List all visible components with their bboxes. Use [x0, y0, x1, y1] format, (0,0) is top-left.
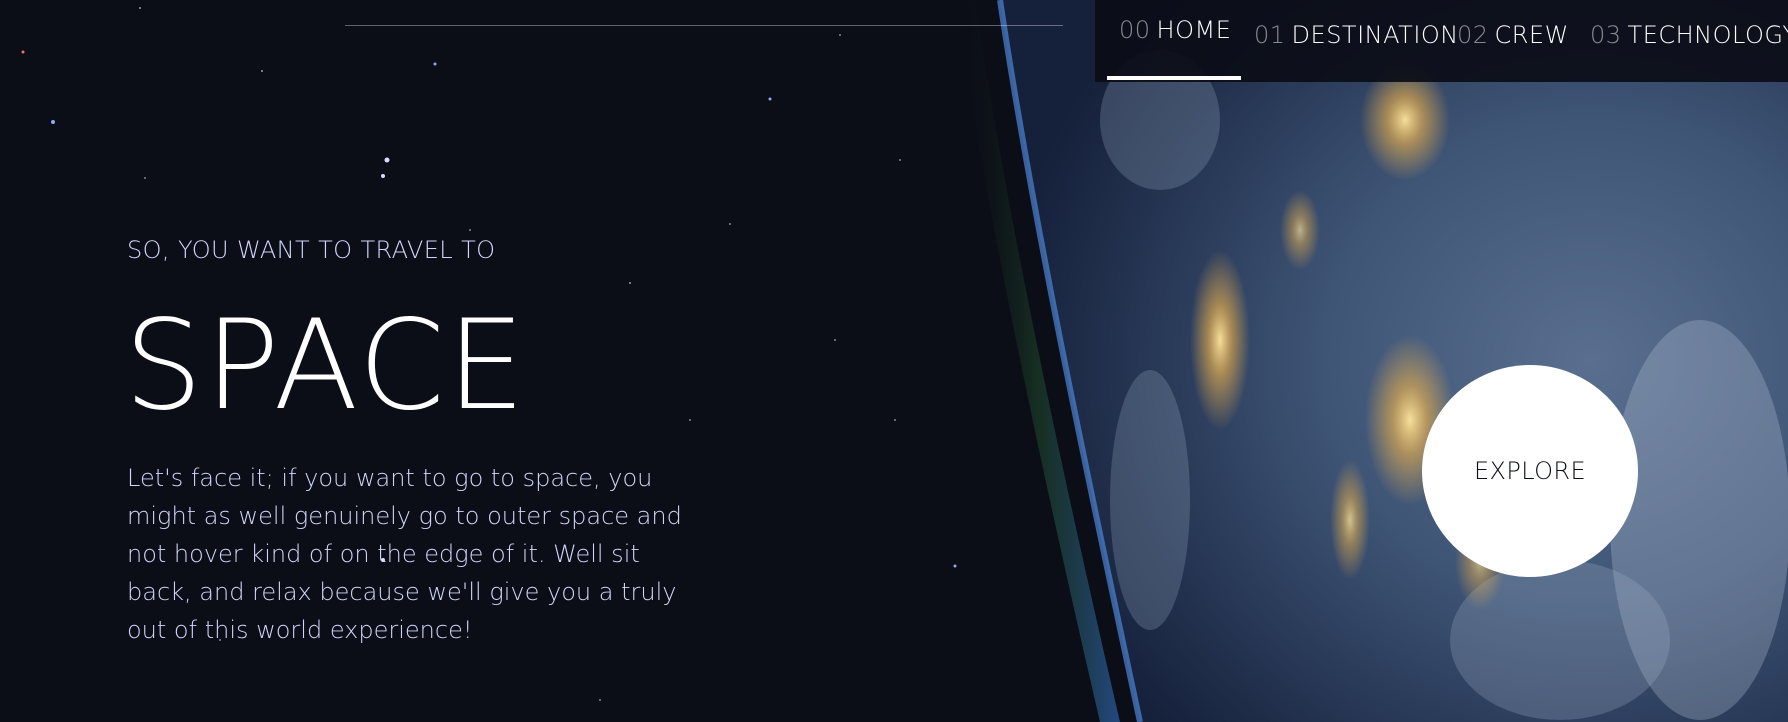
nav-item-technology[interactable]: 03 TECHNOLOGY	[1590, 21, 1788, 85]
nav-item-label: TECHNOLOGY	[1627, 21, 1788, 49]
main-navigation: 00 HOME 01 DESTINATION 02 CREW 03 TECHNOLOGY	[1095, 0, 1788, 82]
hero-title: SPACE	[124, 294, 528, 438]
nav-item-number: 03	[1590, 21, 1622, 49]
nav-item-label: HOME	[1156, 16, 1232, 44]
hero-body-text: Let's face it; if you want to go to spac…	[127, 464, 682, 644]
hero-subtitle: SO, YOU WANT TO TRAVEL TO	[127, 236, 496, 264]
nav-item-label: CREW	[1494, 21, 1569, 49]
nav-item-crew[interactable]: 02 CREW	[1457, 21, 1569, 85]
header-divider-line	[345, 25, 1063, 26]
nav-item-home[interactable]: 00 HOME	[1107, 16, 1241, 80]
nav-item-destination[interactable]: 01 DESTINATION	[1254, 21, 1459, 85]
nav-item-number: 02	[1457, 21, 1489, 49]
nav-item-number: 01	[1254, 21, 1286, 49]
nav-item-label: DESTINATION	[1291, 21, 1459, 49]
explore-button-label: EXPLORE	[1473, 457, 1587, 485]
nav-item-number: 00	[1119, 16, 1151, 44]
explore-button[interactable]: EXPLORE	[1422, 365, 1638, 577]
